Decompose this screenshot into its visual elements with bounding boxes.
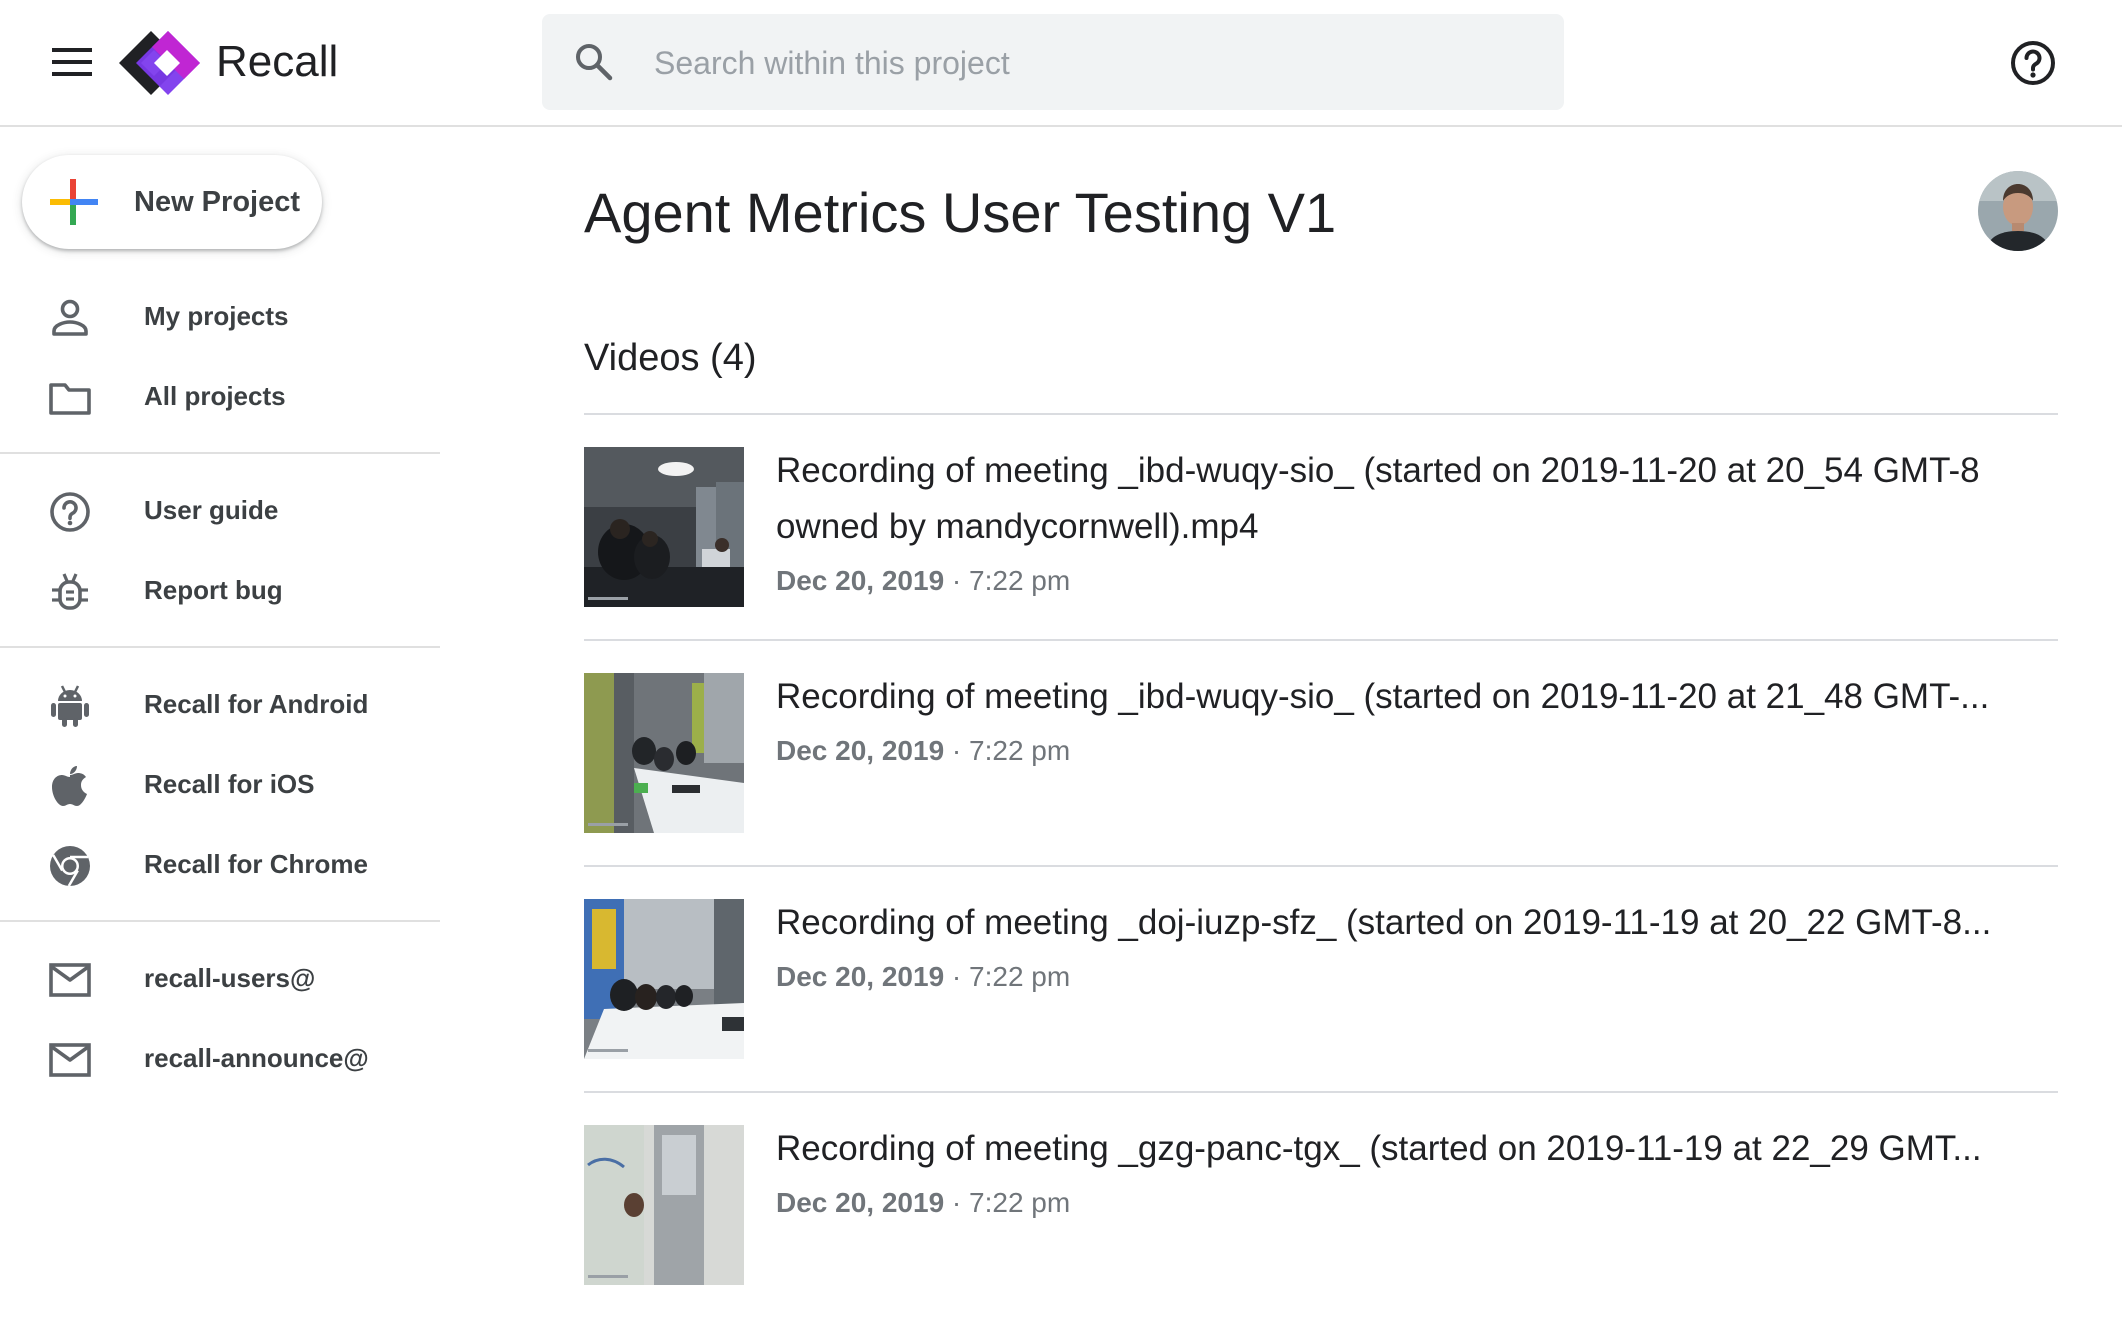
sidebar: New Project My projects All projects Use…: [0, 127, 440, 1222]
videos-heading: Videos (4): [584, 337, 757, 379]
video-meta: Dec 20, 2019 · 7:22 pm: [776, 959, 1070, 995]
video-date: Dec 20, 2019: [776, 961, 945, 992]
sidebar-item-label: Recall for Android: [144, 689, 369, 719]
sidebar-item-label: Recall for iOS: [144, 769, 315, 799]
meta-separator: ·: [951, 1187, 962, 1218]
sidebar-item-label: recall-users@: [144, 963, 316, 993]
meta-separator: ·: [951, 961, 962, 992]
video-thumbnail[interactable]: [584, 1125, 744, 1285]
plus-icon: [48, 177, 98, 227]
sidebar-item-recall-ios[interactable]: Recall for iOS: [0, 749, 440, 819]
top-app-bar: Recall: [0, 0, 2122, 127]
new-project-button[interactable]: New Project: [22, 155, 322, 249]
video-thumbnail[interactable]: [584, 899, 744, 1059]
sidebar-item-label: Recall for Chrome: [144, 849, 368, 879]
video-item[interactable]: Recording of meeting _ibd-wuqy-sio_ (sta…: [584, 415, 2058, 641]
sidebar-divider: [0, 452, 440, 454]
video-date: Dec 20, 2019: [776, 1187, 945, 1218]
sidebar-item-label: recall-announce@: [144, 1043, 369, 1073]
mail-icon: [48, 1038, 92, 1082]
video-title[interactable]: Recording of meeting _ibd-wuqy-sio_ (sta…: [776, 669, 2046, 725]
meta-separator: ·: [951, 735, 962, 766]
meta-separator: ·: [951, 565, 962, 596]
sidebar-item-label: User guide: [144, 495, 279, 525]
help-circle-icon[interactable]: [2008, 38, 2058, 88]
android-icon: [48, 684, 92, 728]
video-meta: Dec 20, 2019 · 7:22 pm: [776, 733, 1070, 769]
video-thumbnail[interactable]: [584, 673, 744, 833]
page-title: Agent Metrics User Testing V1: [584, 181, 1337, 244]
main-content: Agent Metrics User Testing V1 Videos (4): [584, 127, 2058, 1285]
video-time: 7:22 pm: [969, 1187, 1071, 1218]
person-icon: [48, 296, 92, 340]
video-time: 7:22 pm: [969, 961, 1071, 992]
recall-logo-icon[interactable]: [118, 28, 202, 98]
search-icon[interactable]: [572, 40, 616, 84]
sidebar-item-recall-users[interactable]: recall-users@: [0, 943, 440, 1013]
video-date: Dec 20, 2019: [776, 735, 945, 766]
sidebar-item-label: My projects: [144, 301, 289, 331]
sidebar-item-recall-android[interactable]: Recall for Android: [0, 669, 440, 739]
sidebar-item-recall-announce[interactable]: recall-announce@: [0, 1023, 440, 1093]
sidebar-item-label: All projects: [144, 381, 286, 411]
hamburger-menu-icon[interactable]: [46, 42, 98, 82]
sidebar-item-recall-chrome[interactable]: Recall for Chrome: [0, 829, 440, 899]
folder-icon: [48, 376, 92, 420]
video-meta: Dec 20, 2019 · 7:22 pm: [776, 563, 1070, 599]
video-title[interactable]: Recording of meeting _gzg-panc-tgx_ (sta…: [776, 1121, 2046, 1177]
sidebar-item-all-projects[interactable]: All projects: [0, 361, 440, 431]
video-item[interactable]: Recording of meeting _doj-iuzp-sfz_ (sta…: [584, 867, 2058, 1093]
app-name[interactable]: Recall: [216, 30, 338, 94]
video-time: 7:22 pm: [969, 565, 1071, 596]
video-title[interactable]: Recording of meeting _ibd-wuqy-sio_ (sta…: [776, 443, 2046, 555]
search-input[interactable]: [652, 32, 1536, 94]
video-date: Dec 20, 2019: [776, 565, 945, 596]
bug-icon: [48, 570, 92, 614]
avatar[interactable]: [1978, 171, 2058, 251]
video-item[interactable]: Recording of meeting _ibd-wuqy-sio_ (sta…: [584, 641, 2058, 867]
sidebar-item-user-guide[interactable]: User guide: [0, 475, 440, 545]
sidebar-item-label: Report bug: [144, 575, 283, 605]
new-project-label: New Project: [134, 186, 300, 218]
sidebar-divider: [0, 920, 440, 922]
chrome-icon: [48, 844, 92, 888]
mail-icon: [48, 958, 92, 1002]
sidebar-divider: [0, 646, 440, 648]
video-item[interactable]: Recording of meeting _gzg-panc-tgx_ (sta…: [584, 1093, 2058, 1319]
video-meta: Dec 20, 2019 · 7:22 pm: [776, 1185, 1070, 1221]
apple-icon: [48, 764, 92, 808]
video-thumbnail[interactable]: [584, 447, 744, 607]
video-time: 7:22 pm: [969, 735, 1071, 766]
search-bar[interactable]: [542, 14, 1564, 110]
sidebar-item-my-projects[interactable]: My projects: [0, 281, 440, 351]
sidebar-item-report-bug[interactable]: Report bug: [0, 555, 440, 625]
video-title[interactable]: Recording of meeting _doj-iuzp-sfz_ (sta…: [776, 895, 2046, 951]
help-circle-icon: [48, 490, 92, 534]
